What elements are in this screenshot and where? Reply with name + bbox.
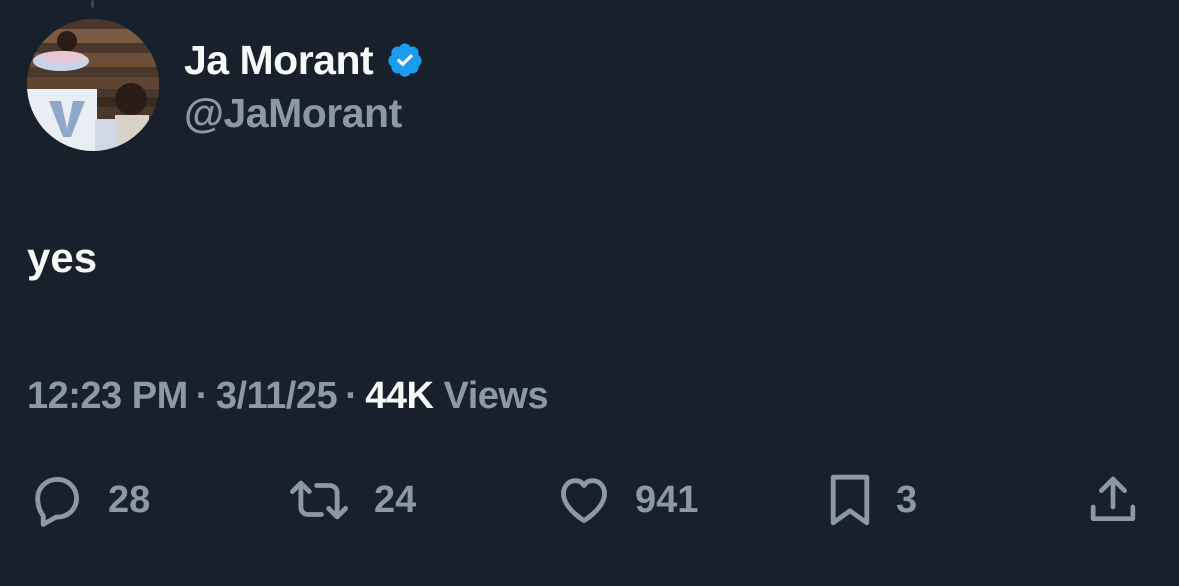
like-button[interactable]: 941 — [555, 470, 698, 530]
tweet-time[interactable]: 12:23 PM — [27, 375, 188, 417]
views-label[interactable]: Views — [444, 375, 549, 417]
reply-count: 28 — [108, 478, 151, 521]
repost-icon — [289, 480, 348, 520]
bookmark-button[interactable]: 3 — [826, 470, 917, 530]
repost-count: 24 — [374, 478, 417, 521]
like-count: 941 — [635, 478, 699, 521]
reply-button[interactable]: 28 — [28, 470, 150, 530]
avatar-image — [27, 19, 159, 151]
bookmark-icon — [830, 474, 870, 526]
reply-icon — [35, 477, 79, 527]
share-button[interactable] — [1085, 470, 1141, 530]
tweet-detail: Ja Morant @JaMorant yes 12:23 PM · 3/11/25… — [0, 0, 1179, 586]
author-handle[interactable]: @JaMorant — [184, 90, 402, 137]
verified-badge-icon[interactable] — [386, 41, 424, 79]
author-name-row[interactable]: Ja Morant — [184, 36, 424, 84]
author-display-name[interactable]: Ja Morant — [184, 37, 374, 84]
share-icon — [1090, 476, 1136, 521]
views-count[interactable]: 44K — [365, 375, 434, 417]
tweet-action-bar: 28 24 941 3 — [0, 470, 1179, 530]
tweet-text: yes — [27, 234, 98, 281]
meta-separator: · — [345, 375, 358, 417]
meta-separator: · — [195, 375, 209, 417]
repost-button[interactable]: 24 — [286, 470, 416, 530]
thread-connector-line — [91, 0, 94, 8]
avatar[interactable] — [27, 19, 159, 151]
heart-icon — [561, 478, 607, 523]
tweet-metadata: 12:23 PM · 3/11/25 · 44K Views — [27, 375, 549, 418]
tweet-date[interactable]: 3/11/25 — [216, 375, 338, 417]
bookmark-count: 3 — [896, 478, 918, 521]
